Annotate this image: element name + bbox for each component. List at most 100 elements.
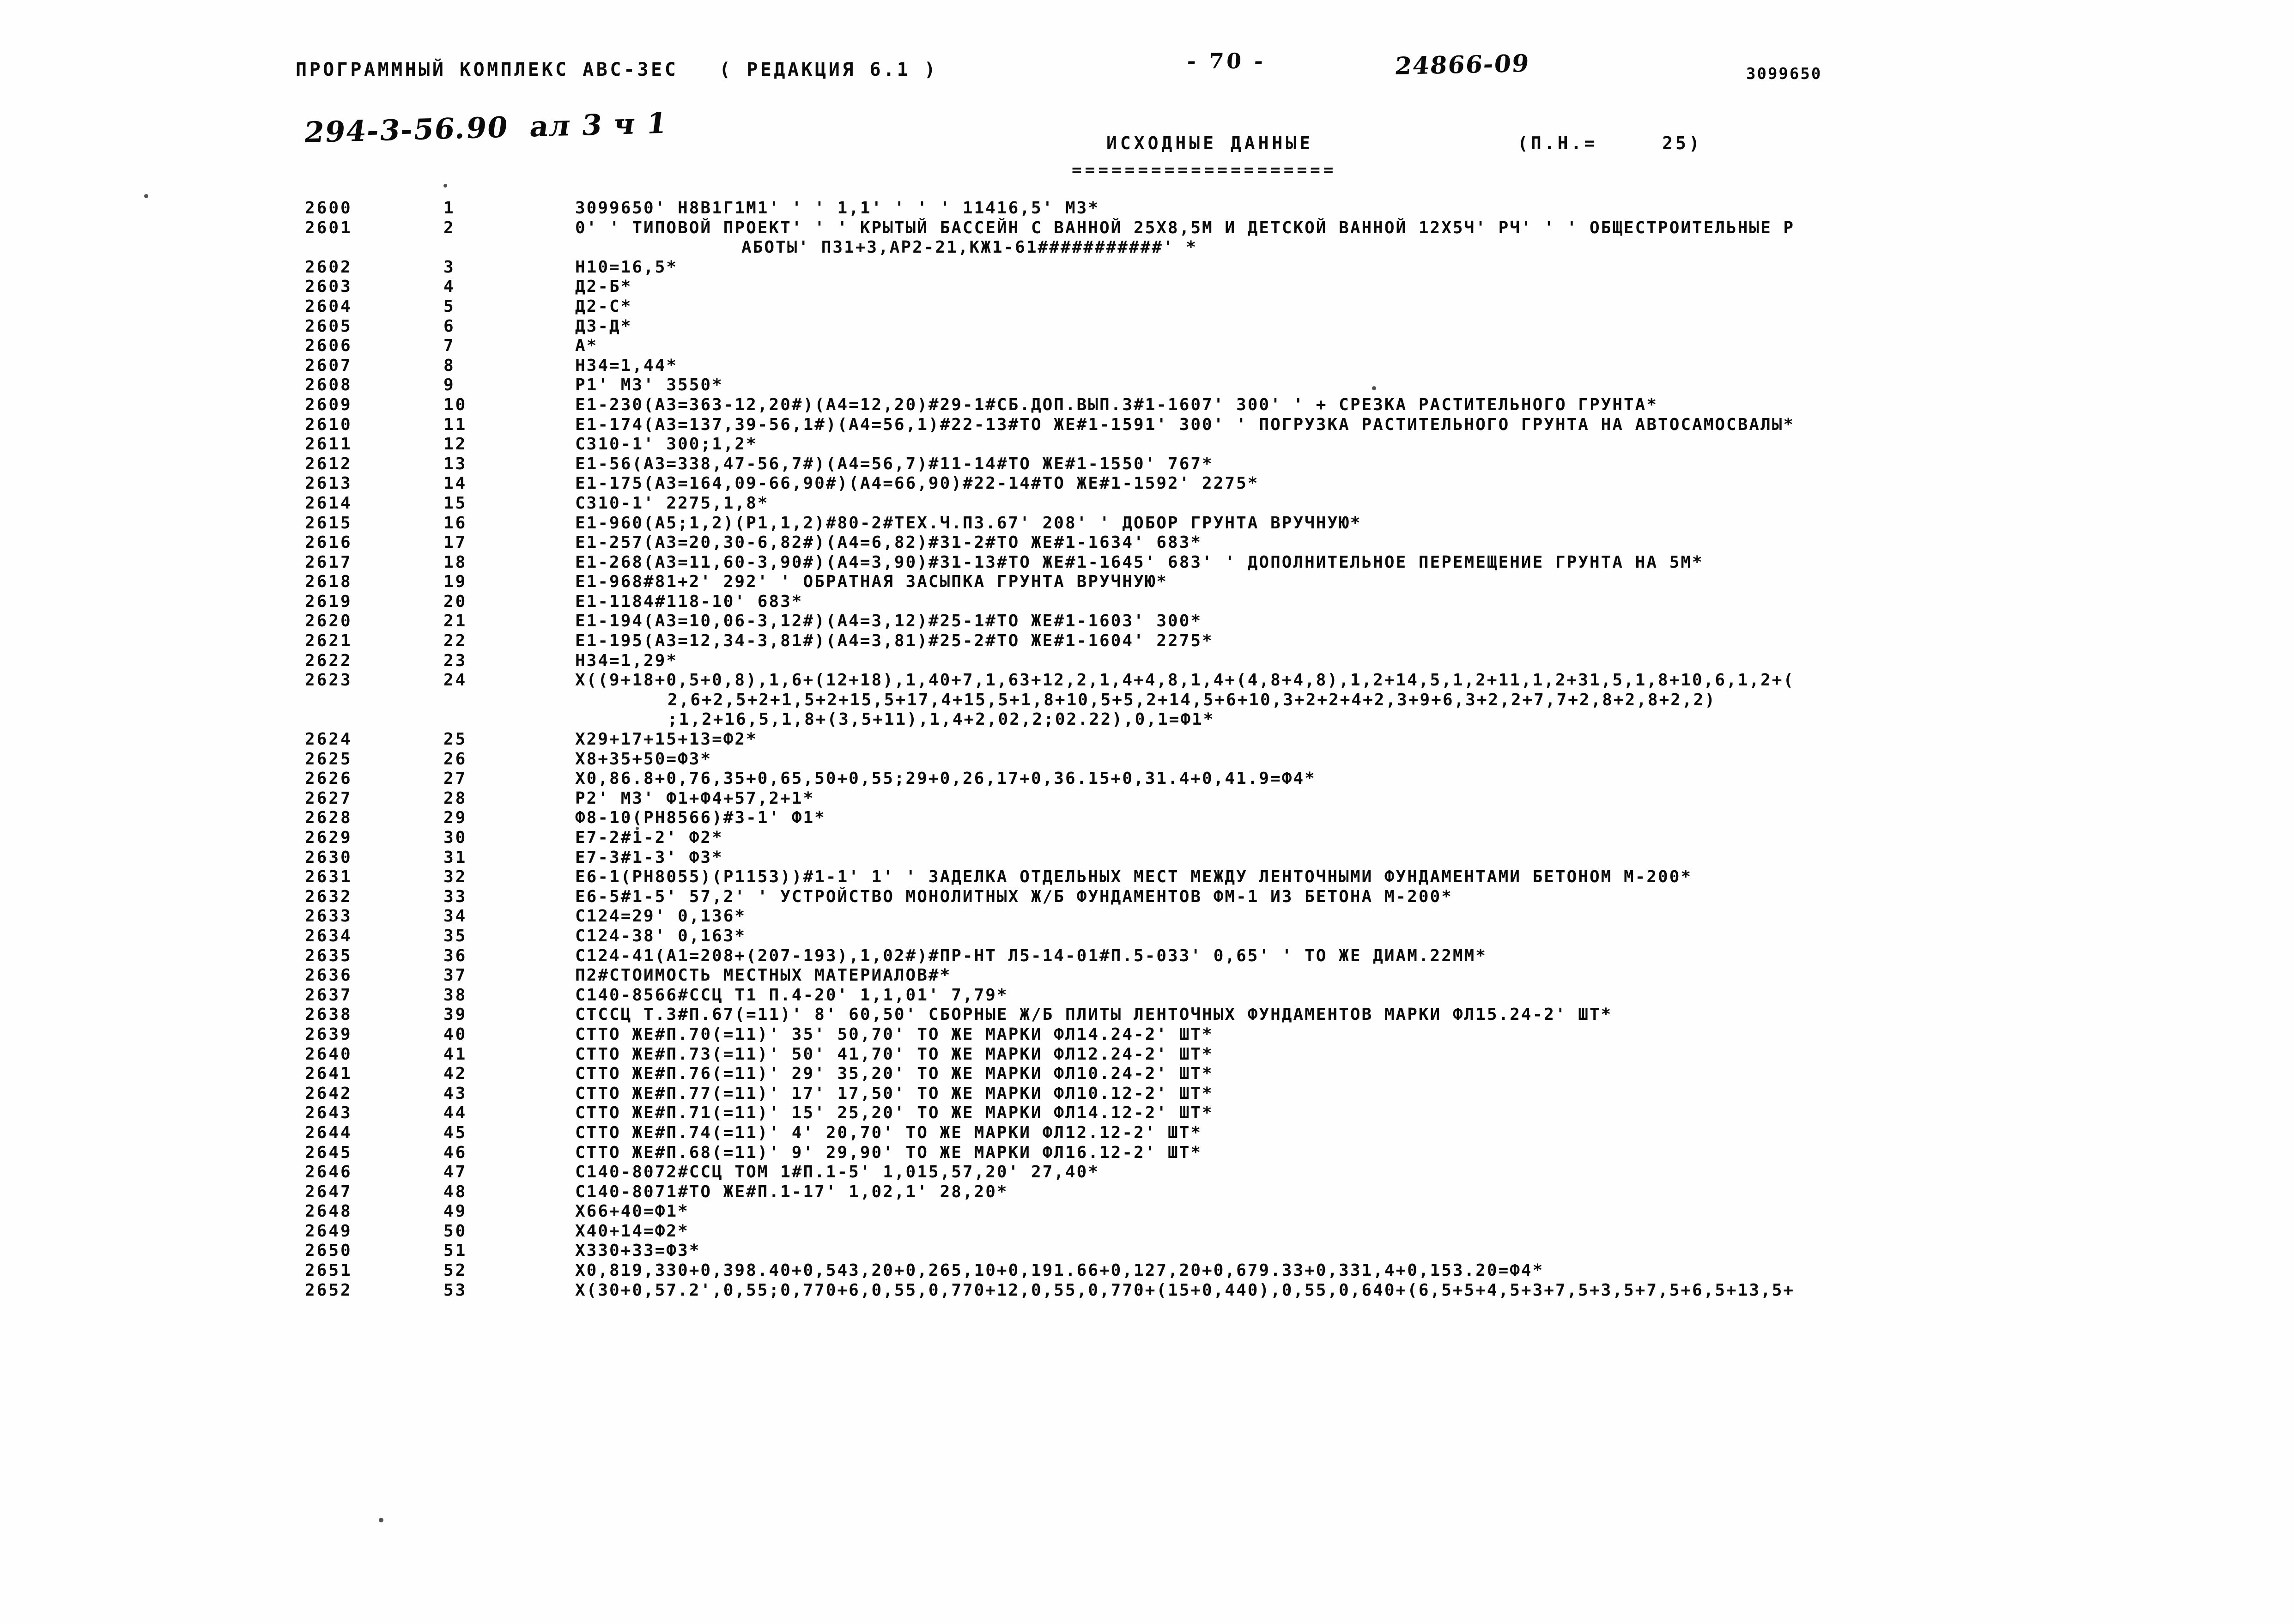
listing-row: 2642 43 СТТО ЖЕ#П.77(=11)' 17' 17,50' ТО Ж… xyxy=(0,1084,2294,1104)
listing-row: 2627 28 Р2' М3' Ф1+Ф4+57,2+1* xyxy=(0,789,2294,809)
listing-line-number: 2612 xyxy=(305,454,352,473)
listing-statement-text: 2,6+2,5+2+1,5+2+15,5+17,4+15,5+1,8+10,5+… xyxy=(668,690,1716,709)
listing-line-number: 2645 xyxy=(305,1143,352,1162)
listing-row: 2620 21 Е1-194(А3=10,06-3,12#)(А4=3,12)#25… xyxy=(0,612,2294,631)
listing-statement-text: С140-8566#ССЦ Т1 П.4-20' 1,1,01' 7,79* xyxy=(575,985,1008,1005)
listing-row: 2610 11 Е1-174(А3=137,39-56,1#)(А4=56,1)#2… xyxy=(0,415,2294,435)
listing-sequence-number: 44 xyxy=(443,1103,467,1123)
listing-row: 2616 17 Е1-257(А3=20,30-6,82#)(А4=6,82)#31… xyxy=(0,533,2294,553)
listing-row: 2636 37 П2#СТОИМОСТЬ МЕСТНЫХ МАТЕРИАЛОВ#* xyxy=(0,966,2294,986)
listing-statement-text: 0' ' ТИПОВОЙ ПРОЕКТ' ' ' КРЫТЫЙ БАССЕЙН … xyxy=(575,218,1795,237)
listing-statement-text: Х0,86.8+0,76,35+0,65,50+0,55;29+0,26,17+… xyxy=(575,769,1316,788)
listing-statement-text: С310-1' 300;1,2* xyxy=(575,435,758,454)
listing-statement-text: Н34=1,44* xyxy=(575,356,678,375)
listing-row: 2639 40 СТТО ЖЕ#П.70(=11)' 35' 50,70' ТО Ж… xyxy=(0,1025,2294,1045)
listing-row: 2644 45 СТТО ЖЕ#П.74(=11)' 4' 20,70' ТО ЖЕ… xyxy=(0,1123,2294,1143)
listing-sequence-number: 4 xyxy=(443,277,455,297)
listing-sequence-number: 51 xyxy=(443,1241,467,1260)
listing-statement-text: Е1-230(А3=363-12,20#)(А4=12,20)#29-1#СБ.… xyxy=(575,395,1658,414)
listing-row: 2647 48 С140-8071#ТО ЖЕ#П.1-17' 1,02,1' 28… xyxy=(0,1182,2294,1202)
listing-row: 2640 41 СТТО ЖЕ#П.73(=11)' 50' 41,70' ТО Ж… xyxy=(0,1045,2294,1065)
listing-row: 2622 23 Н34=1,29* xyxy=(0,651,2294,671)
listing-line-number: 2616 xyxy=(305,533,352,552)
listing-statement-text: Х40+14=Ф2* xyxy=(575,1221,689,1241)
scan-speck xyxy=(144,194,148,198)
listing-line-number: 2630 xyxy=(305,848,352,867)
listing-row: 2617 18 Е1-268(А3=11,60-3,90#)(А4=3,90)#31… xyxy=(0,553,2294,573)
listing-statement-text: Е1-56(А3=338,47-56,7#)(А4=56,7)#11-14#ТО… xyxy=(575,454,1214,473)
listing-sequence-number: 13 xyxy=(443,454,467,473)
listing-sequence-number: 34 xyxy=(443,907,467,926)
listing-row: 2609 10 Е1-230(А3=363-12,20#)(А4=12,20)#29… xyxy=(0,395,2294,415)
listing-line-number: 2623 xyxy=(305,671,352,690)
listing-statement-text: Е1-257(А3=20,30-6,82#)(А4=6,82)#31-2#ТО … xyxy=(575,533,1202,552)
scan-speck xyxy=(636,827,639,830)
section-title: ИСХОДНЫЕ ДАННЫЕ xyxy=(1106,133,1314,153)
listing-row: 2646 47 С140-8072#ССЦ ТОМ 1#П.1-5' 1,015,5… xyxy=(0,1163,2294,1182)
listing-statement-text: Е1-968#81+2' 292' ' ОБРАТНАЯ ЗАСЫПКА ГРУ… xyxy=(575,572,1168,592)
listing-line-number: 2615 xyxy=(305,513,352,533)
listing-line-number: 2611 xyxy=(305,435,352,454)
listing-row: 2605 6 Д3-Д* xyxy=(0,317,2294,337)
listing-statement-text: Д2-Б* xyxy=(575,277,632,297)
listing-statement-text: С310-1' 2275,1,8* xyxy=(575,493,769,513)
program-title: ПРОГРАММНЫЙ КОМПЛЕКС АВС-3ЕС ( РЕДАКЦИЯ … xyxy=(296,59,938,80)
listing-line-number: 2633 xyxy=(305,907,352,926)
listing-row: 2651 52 Х0,819,330+0,398.40+0,543,20+0,265… xyxy=(0,1261,2294,1281)
listing-line-number: 2622 xyxy=(305,651,352,670)
listing-row: 2601 2 0' ' ТИПОВОЙ ПРОЕКТ' ' ' КРЫТЫЙ БАС… xyxy=(0,218,2294,238)
listing-sequence-number: 12 xyxy=(443,435,467,454)
listing-line-number: 2627 xyxy=(305,788,352,808)
listing-line-number: 2652 xyxy=(305,1280,352,1300)
listing-row: 2634 35 С124-38' 0,163* xyxy=(0,927,2294,946)
listing-sequence-number: 16 xyxy=(443,513,467,533)
pn-label: (П.Н.= 25) xyxy=(1517,133,1702,153)
listing-line-number: 2609 xyxy=(305,395,352,414)
listing-sequence-number: 19 xyxy=(443,572,467,592)
listing-statement-text: Е1-175(А3=164,09-66,90#)(А4=66,90)#22-14… xyxy=(575,474,1259,493)
listing-sequence-number: 31 xyxy=(443,848,467,867)
listing-statement-text: С140-8072#ССЦ ТОМ 1#П.1-5' 1,015,57,20' … xyxy=(575,1163,1099,1182)
listing-sequence-number: 47 xyxy=(443,1163,467,1182)
listing-statement-text: СТТО ЖЕ#П.71(=11)' 15' 25,20' ТО ЖЕ МАРК… xyxy=(575,1103,1214,1123)
listing-statement-text: СТТО ЖЕ#П.77(=11)' 17' 17,50' ТО ЖЕ МАРК… xyxy=(575,1084,1214,1103)
listing-row: 2643 44 СТТО ЖЕ#П.71(=11)' 15' 25,20' ТО Ж… xyxy=(0,1103,2294,1123)
listing-line-number: 2608 xyxy=(305,376,352,395)
listing-line-number: 2651 xyxy=(305,1261,352,1280)
listing-line-number: 2621 xyxy=(305,631,352,651)
listing-statement-text: СТТО ЖЕ#П.68(=11)' 9' 29,90' ТО ЖЕ МАРКИ… xyxy=(575,1143,1202,1162)
listing-line-number: 2631 xyxy=(305,867,352,887)
listing-row: 2614 15 С310-1' 2275,1,8* xyxy=(0,494,2294,514)
scan-speck xyxy=(379,1518,383,1522)
listing-row: АБОТЫ' ПЗ1+3,АР2-21,КЖ1-61###########' * xyxy=(0,238,2294,258)
listing-sequence-number: 23 xyxy=(443,651,467,670)
listing-row: 2,6+2,5+2+1,5+2+15,5+17,4+15,5+1,8+10,5+… xyxy=(0,691,2294,710)
page-number: - 70 - xyxy=(1186,48,1267,73)
listing-line-number: 2639 xyxy=(305,1024,352,1044)
listing-sequence-number: 11 xyxy=(443,415,467,434)
listing-line-number: 2642 xyxy=(305,1084,352,1103)
listing-statement-text: Е1-174(А3=137,39-56,1#)(А4=56,1)#22-13#Т… xyxy=(575,415,1795,434)
listing-sequence-number: 20 xyxy=(443,592,467,611)
listing-statement-text: Е1-960(А5;1,2)(Р1,1,2)#80-2#ТЕХ.Ч.ПЗ.67'… xyxy=(575,513,1362,533)
listing-statement-text: А* xyxy=(575,336,598,356)
listing-statement-text: С140-8071#ТО ЖЕ#П.1-17' 1,02,1' 28,20* xyxy=(575,1182,1008,1201)
listing-row: 2619 20 Е1-1184#118-10' 683* xyxy=(0,592,2294,612)
listing-statement-text: Е1-195(А3=12,34-3,81#)(А4=3,81)#25-2#ТО … xyxy=(575,631,1214,651)
listing-row: 2649 50 Х40+14=Ф2* xyxy=(0,1222,2294,1242)
title-underline-rule: ==================== xyxy=(1072,161,1337,180)
listing-sequence-number: 25 xyxy=(443,730,467,749)
listing-sequence-number: 9 xyxy=(443,376,455,395)
listing-sequence-number: 5 xyxy=(443,297,455,316)
listing-sequence-number: 32 xyxy=(443,867,467,887)
listing-line-number: 2600 xyxy=(305,199,352,218)
listing-sequence-number: 53 xyxy=(443,1280,467,1300)
listing-line-number: 2624 xyxy=(305,730,352,749)
listing-sequence-number: 28 xyxy=(443,788,467,808)
listing-row: 2650 51 Х330+33=Ф3* xyxy=(0,1241,2294,1261)
listing-sequence-number: 7 xyxy=(443,336,455,356)
document-page: ПРОГРАММНЫЙ КОМПЛЕКС АВС-3ЕС ( РЕДАКЦИЯ … xyxy=(0,0,2294,1624)
listing-sequence-number: 24 xyxy=(443,671,467,690)
listing-sequence-number: 21 xyxy=(443,612,467,631)
listing-sequence-number: 22 xyxy=(443,631,467,651)
